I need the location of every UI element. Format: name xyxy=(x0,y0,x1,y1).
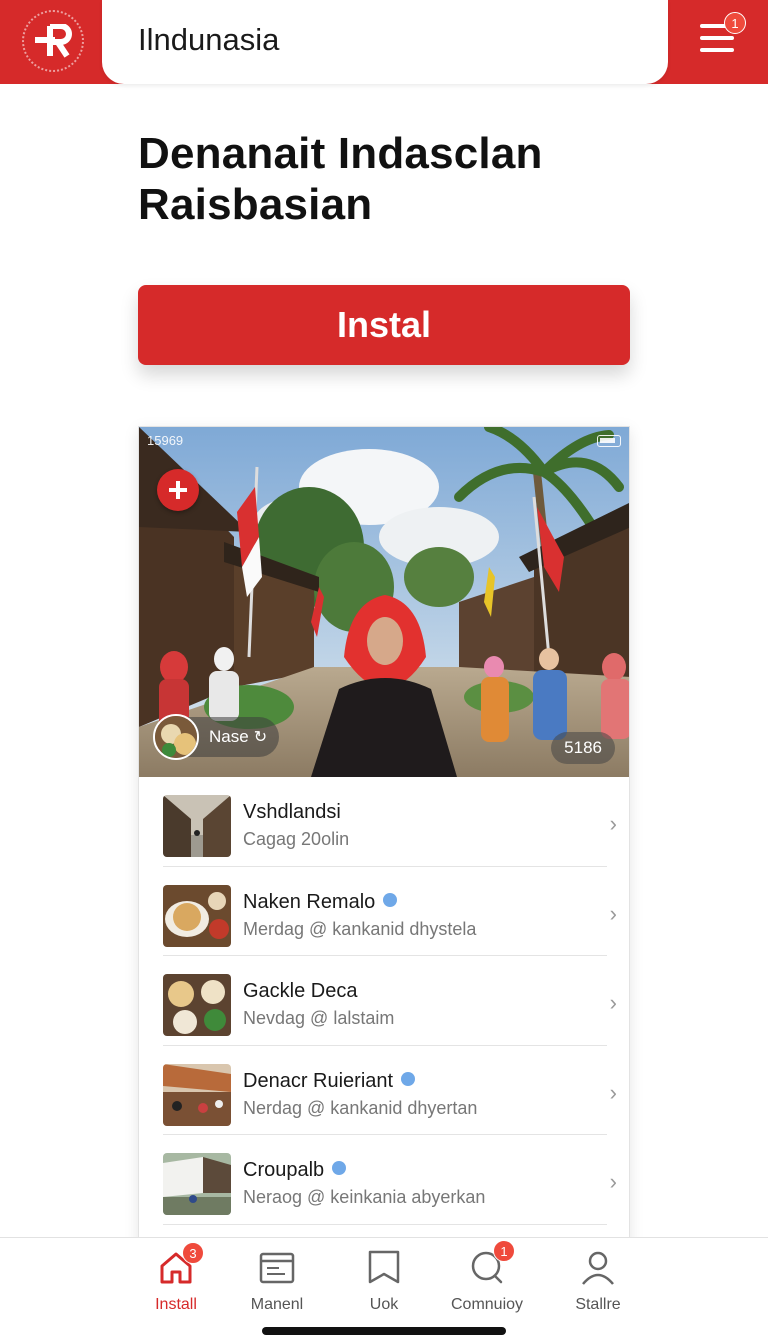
nav-badge: 1 xyxy=(493,1240,515,1262)
refresh-icon: ↻ xyxy=(253,729,268,746)
status-bar-text: 15969 xyxy=(147,433,184,448)
nav-community[interactable]: 1 Comnuioy xyxy=(432,1240,542,1314)
list-item-subtitle: Nerdag @ kankanid dhyertan xyxy=(243,1097,478,1118)
list-item[interactable]: Naken Remalo Merdag @ kankanid dhystela … xyxy=(139,867,629,956)
list-thumbnail xyxy=(163,1063,231,1126)
list-item[interactable]: Denacr Ruieriant Nerdag @ kankanid dhyer… xyxy=(139,1046,629,1135)
browser-icon xyxy=(257,1248,297,1288)
nav-install[interactable]: 3 Install xyxy=(121,1242,231,1314)
home-indicator xyxy=(262,1327,506,1335)
menu-button[interactable]: 1 xyxy=(696,12,746,62)
search-field[interactable]: Ilndunasia xyxy=(102,0,668,84)
home-icon: 3 xyxy=(156,1242,204,1288)
list-item[interactable]: Vshdlandsi Cagag 20olin › xyxy=(139,777,629,867)
chevron-right-icon: › xyxy=(609,990,617,1015)
nav-badge: 3 xyxy=(182,1242,204,1264)
location-label: Nase xyxy=(209,727,249,746)
list-item-subtitle: Cagag 20olin xyxy=(243,829,350,849)
visitor-count: 5186 xyxy=(551,732,615,764)
place-list: Vshdlandsi Cagag 20olin › Naken Remalo M… xyxy=(139,777,629,1225)
list-thumbnail xyxy=(163,795,231,857)
list-item-title: Croupalb xyxy=(243,1159,347,1182)
search-text: Ilndunasia xyxy=(138,22,280,57)
nav-profile[interactable]: Stallre xyxy=(543,1248,653,1314)
list-item[interactable]: Croupalb Neraog @ keinkania abyerkan › xyxy=(139,1135,629,1225)
add-button[interactable] xyxy=(157,469,199,511)
nav-label: Stallre xyxy=(575,1296,621,1313)
battery-icon xyxy=(597,435,621,447)
list-item-title: Naken Remalo xyxy=(243,891,398,914)
nav-uok[interactable]: Uok xyxy=(329,1248,439,1314)
chevron-right-icon: › xyxy=(609,900,617,926)
list-item-title: Vshdlandsi xyxy=(243,801,341,823)
page-title-line-1: Denanait Indasclan xyxy=(138,129,543,178)
list-thumbnail xyxy=(163,1153,231,1215)
chevron-right-icon: › xyxy=(609,1079,617,1105)
plus-plane-icon xyxy=(169,481,187,499)
top-bar: Ilndunasia 1 xyxy=(0,0,768,84)
nav-label: Uok xyxy=(369,1296,399,1313)
app-preview-card: 15969 Nase ↻ 5186 Vshdlandsi Cagag 20oli… xyxy=(138,426,630,1256)
install-button[interactable]: Instal xyxy=(138,285,630,365)
list-item-title: Denacr Ruieriant xyxy=(243,1070,416,1093)
list-thumbnail xyxy=(163,974,231,1036)
verified-badge-icon xyxy=(332,1161,347,1175)
list-item-title: Gackle Deca xyxy=(243,980,358,1002)
list-item[interactable]: Gackle Deca Nevdag @ lalstaim › xyxy=(139,956,629,1046)
list-item-subtitle: Neraog @ keinkania abyerkan xyxy=(243,1187,486,1207)
location-chip[interactable]: Nase ↻ xyxy=(153,714,280,760)
brand-logo[interactable] xyxy=(22,10,84,72)
brand-r-logo-icon xyxy=(35,24,72,58)
chevron-right-icon: › xyxy=(609,1169,617,1194)
bookmark-icon xyxy=(364,1248,404,1288)
list-item-subtitle: Nevdag @ lalstaim xyxy=(243,1008,395,1028)
nav-label: Manenl xyxy=(250,1296,304,1313)
village-photo: 15969 Nase ↻ 5186 xyxy=(139,427,629,777)
menu-badge: 1 xyxy=(724,12,746,34)
page-title: Denanait Indasclan Raisbasian xyxy=(138,128,658,230)
list-thumbnail xyxy=(163,884,231,947)
verified-badge-icon xyxy=(401,1071,416,1086)
profile-icon xyxy=(578,1248,618,1288)
chevron-right-icon: › xyxy=(609,811,617,836)
verified-badge-icon xyxy=(383,892,398,907)
page-title-line-2: Raisbasian xyxy=(138,180,373,229)
nav-label: Install xyxy=(155,1296,197,1313)
chat-icon: 1 xyxy=(467,1240,515,1288)
food-thumbnail xyxy=(153,714,199,760)
nav-manenl[interactable]: Manenl xyxy=(222,1248,332,1314)
nav-label: Comnuioy xyxy=(450,1296,524,1313)
list-item-subtitle: Merdag @ kankanid dhystela xyxy=(243,918,477,939)
